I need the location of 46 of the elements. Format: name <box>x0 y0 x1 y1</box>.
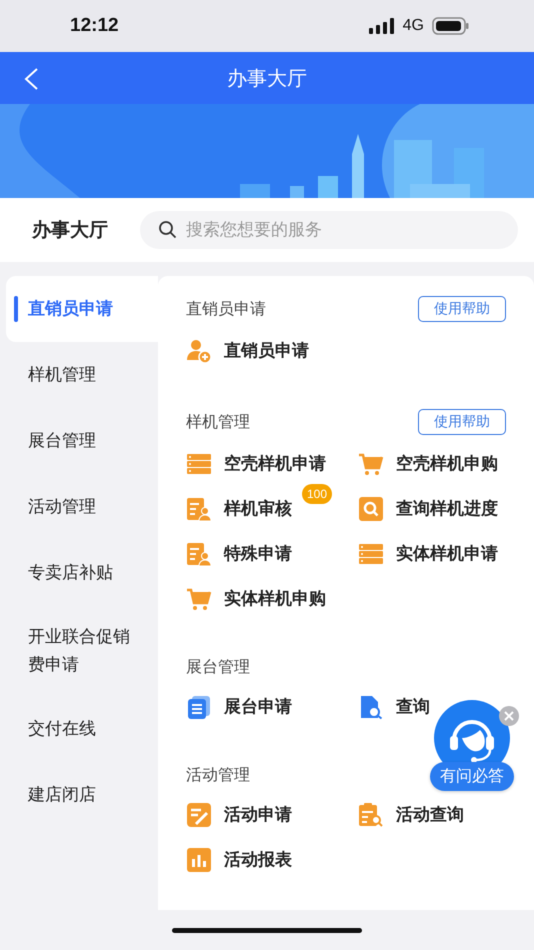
section-title: 样机管理 <box>186 412 250 432</box>
edit-icon <box>186 802 212 828</box>
service-link[interactable]: 空壳样机申购 <box>396 452 498 475</box>
count-badge: 100 <box>302 484 332 504</box>
section-title: 直销员申请 <box>186 298 266 320</box>
service-link[interactable]: 特殊申请 <box>224 542 292 565</box>
search-icon <box>358 496 384 522</box>
section-heading: 办事大厅 <box>32 218 108 243</box>
close-icon[interactable] <box>498 705 520 727</box>
clipboard-search-icon <box>358 802 384 828</box>
sidebar-item[interactable]: 交付在线 <box>0 696 158 762</box>
sidebar-item[interactable]: 建店闭店 <box>0 762 158 828</box>
service-link[interactable]: 实体样机申请 <box>396 542 498 565</box>
person-add-icon <box>186 338 212 364</box>
section-title: 展台管理 <box>186 657 250 678</box>
service-link[interactable]: 活动报表 <box>224 848 292 871</box>
search-icon <box>158 220 178 240</box>
service-link[interactable]: 活动申请 <box>224 803 292 826</box>
service-link[interactable]: 活动查询 <box>396 803 464 826</box>
document-person-icon <box>186 496 212 522</box>
document-icon <box>186 694 212 720</box>
service-link[interactable]: 展台申请 <box>224 695 292 718</box>
service-link[interactable]: 实体样机申购 <box>224 587 326 610</box>
sidebar-item[interactable]: 专卖店补贴 <box>0 540 158 606</box>
page-title: 办事大厅 <box>227 64 307 92</box>
sidebar-item[interactable]: 展台管理 <box>0 408 158 474</box>
service-link[interactable]: 空壳样机申请 <box>224 452 326 475</box>
help-button[interactable]: 使用帮助 <box>418 409 506 435</box>
sidebar-item[interactable]: 样机管理 <box>0 342 158 408</box>
service-link[interactable]: 查询样机进度 <box>396 497 498 520</box>
service-link[interactable]: 样机审核 <box>224 497 292 520</box>
sidebar-item[interactable]: 活动管理 <box>0 474 158 540</box>
search-field[interactable]: 搜索您想要的服务 <box>140 211 518 249</box>
service-link[interactable]: 查询 <box>396 695 430 718</box>
network-label: 4G <box>402 17 424 35</box>
file-search-icon <box>358 694 384 720</box>
status-time: 12:12 <box>70 15 119 37</box>
service-link[interactable]: 直销员申请 <box>224 339 309 362</box>
signal-icon <box>368 18 395 34</box>
help-button[interactable]: 使用帮助 <box>418 296 506 322</box>
document-person-icon <box>186 540 212 566</box>
sidebar-item[interactable]: 直销员申请 <box>6 276 158 342</box>
battery-icon <box>432 17 470 35</box>
sidebar-item[interactable]: 开业联合促销费申请 <box>0 606 158 696</box>
section-title: 活动管理 <box>186 765 250 786</box>
bar-chart-icon <box>186 846 212 872</box>
